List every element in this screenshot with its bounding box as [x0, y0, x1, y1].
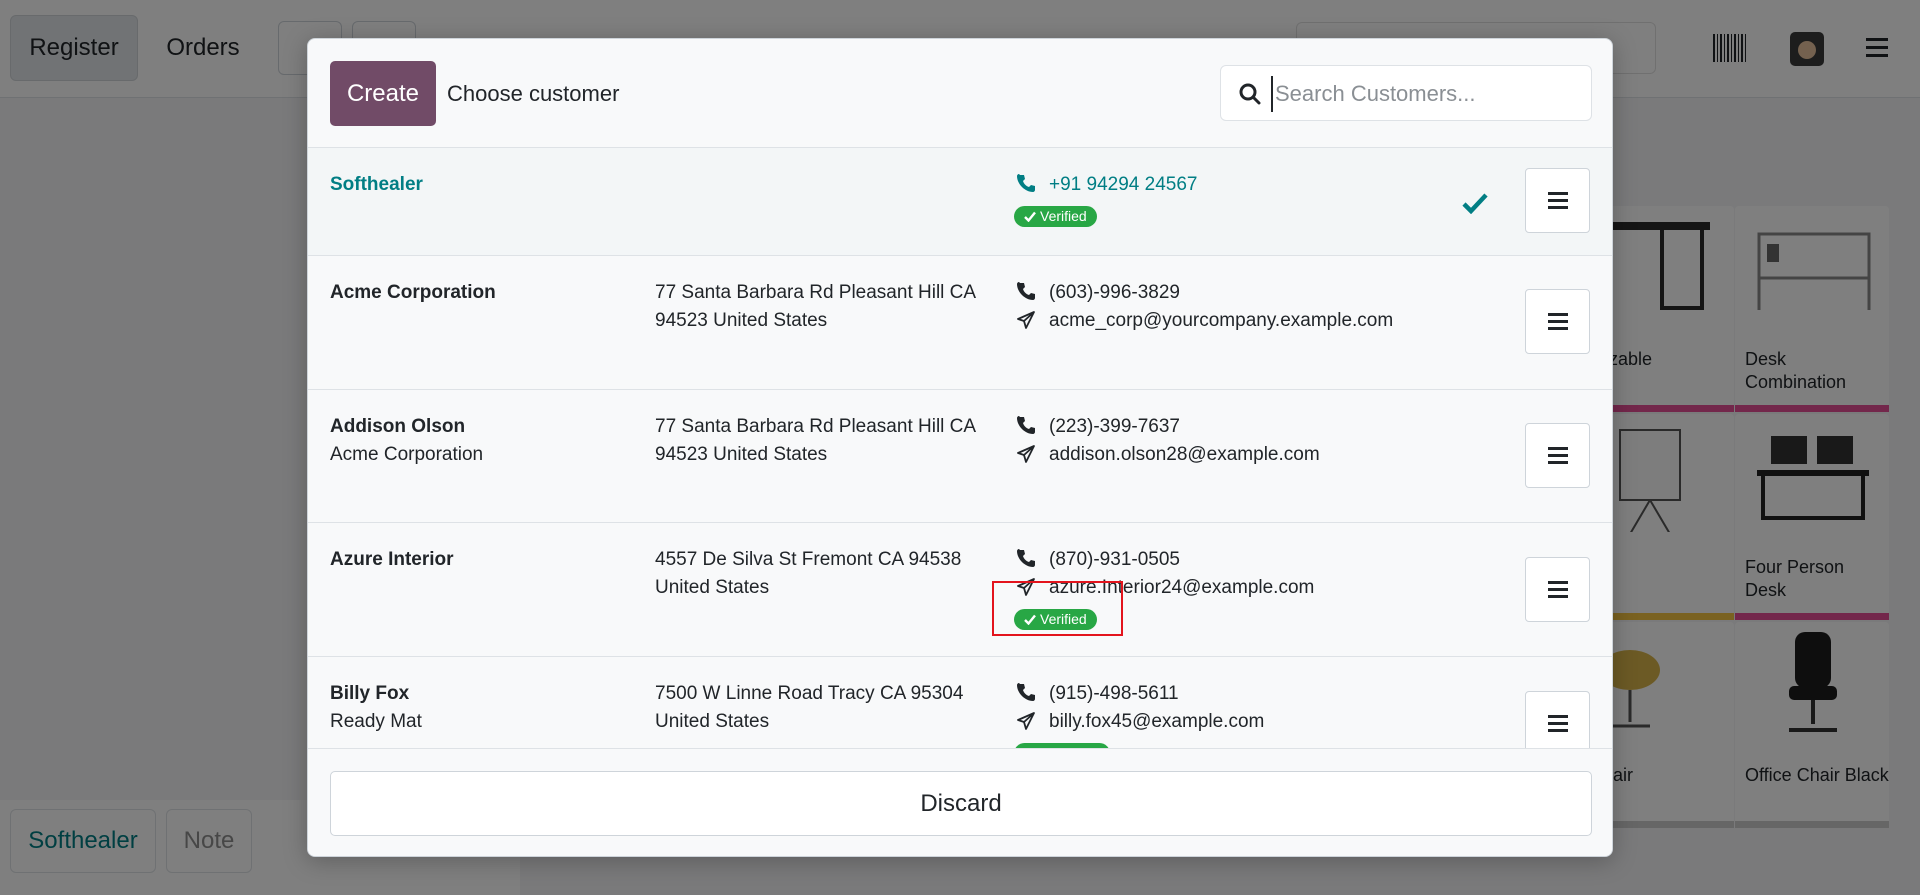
- customer-address: 77 Santa Barbara Rd Pleasant Hill CA 945…: [655, 282, 976, 331]
- customer-details-button[interactable]: [1525, 423, 1590, 488]
- menu-icon: [1548, 447, 1568, 464]
- customer-company: Acme Corporation: [330, 444, 484, 465]
- customer-row[interactable]: Billy Fox Ready Mat 7500 W Linne Road Tr…: [308, 657, 1612, 748]
- customer-phone: (870)-931-0505: [1049, 549, 1180, 570]
- customer-search-box[interactable]: [1220, 65, 1592, 121]
- phone-icon: [1017, 416, 1035, 434]
- customer-name: Azure Interior: [330, 549, 454, 570]
- customer-email: addison.olson28@example.com: [1049, 444, 1320, 465]
- highlight-box: [992, 581, 1123, 636]
- customer-details-button[interactable]: [1525, 289, 1590, 354]
- dialog-title: Choose customer: [447, 81, 620, 106]
- menu-icon: [1548, 715, 1568, 732]
- customer-address: 4557 De Silva St Fremont CA 94538 United…: [655, 549, 962, 598]
- menu-icon: [1548, 192, 1568, 209]
- customer-address: 77 Santa Barbara Rd Pleasant Hill CA 945…: [655, 416, 976, 465]
- customer-name: Addison Olson: [330, 416, 466, 437]
- customer-company: Ready Mat: [330, 711, 422, 732]
- create-button[interactable]: Create: [330, 61, 436, 126]
- customer-email: billy.fox45@example.com: [1049, 711, 1265, 732]
- phone-icon: [1017, 174, 1035, 192]
- paper-plane-icon: [1017, 445, 1035, 463]
- customer-phone: (603)-996-3829: [1049, 282, 1180, 303]
- customer-phone: +91 94294 24567: [1049, 174, 1198, 195]
- paper-plane-icon: [1017, 712, 1035, 730]
- customer-address: 7500 W Linne Road Tracy CA 95304 United …: [655, 683, 964, 732]
- verified-badge: Verified: [1014, 206, 1097, 227]
- customer-phone: (915)-498-5611: [1049, 683, 1179, 704]
- customer-name: Acme Corporation: [330, 282, 496, 303]
- customer-row[interactable]: Azure Interior 4557 De Silva St Fremont …: [308, 523, 1612, 657]
- customer-name: Softhealer: [330, 174, 423, 195]
- customer-row[interactable]: Addison Olson Acme Corporation 77 Santa …: [308, 390, 1612, 523]
- search-icon: [1239, 83, 1261, 105]
- phone-icon: [1017, 549, 1035, 567]
- dialog-header: Create Choose customer: [308, 39, 1612, 148]
- dialog-footer: Discard: [308, 748, 1612, 856]
- customer-email: acme_corp@yourcompany.example.com: [1049, 310, 1394, 331]
- phone-icon: [1017, 683, 1035, 701]
- customer-details-button[interactable]: [1525, 557, 1590, 622]
- customer-details-button[interactable]: [1525, 168, 1590, 233]
- selected-check-icon: [1462, 193, 1488, 214]
- search-customers-input[interactable]: [1271, 76, 1581, 112]
- choose-customer-dialog: Create Choose customer Softhealer +91 94…: [307, 38, 1613, 857]
- verified-label: Verified: [1040, 208, 1087, 224]
- customer-row[interactable]: Acme Corporation 77 Santa Barbara Rd Ple…: [308, 256, 1612, 390]
- customer-list: Softhealer +91 94294 24567 Verified Acme…: [308, 148, 1612, 748]
- paper-plane-icon: [1017, 311, 1035, 329]
- customer-name: Billy Fox: [330, 683, 410, 704]
- menu-icon: [1548, 313, 1568, 330]
- phone-icon: [1017, 282, 1035, 300]
- menu-icon: [1548, 581, 1568, 598]
- customer-row[interactable]: Softhealer +91 94294 24567 Verified: [308, 148, 1612, 256]
- discard-button[interactable]: Discard: [330, 771, 1592, 836]
- customer-phone: (223)-399-7637: [1049, 416, 1180, 437]
- customer-details-button[interactable]: [1525, 691, 1590, 748]
- check-icon: [1024, 211, 1036, 222]
